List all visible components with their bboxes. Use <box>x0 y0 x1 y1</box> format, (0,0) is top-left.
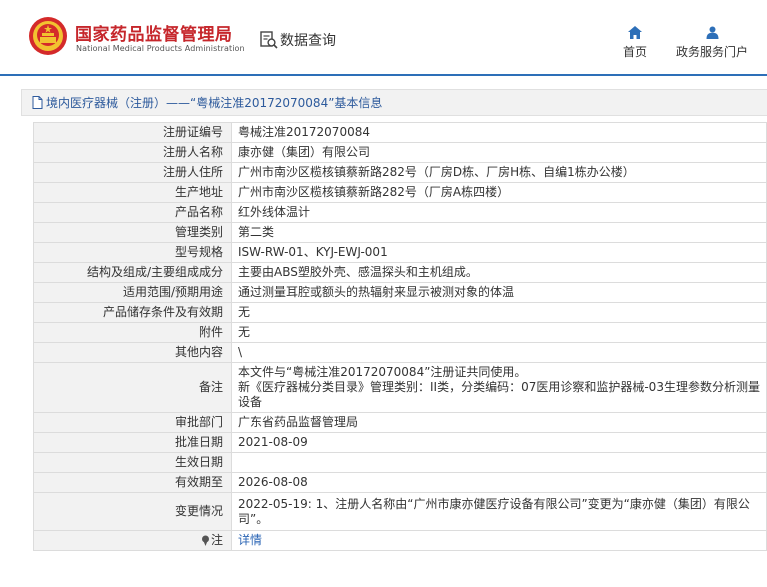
field-value: 本文件与“粤械注准20172070084”注册证共同使用。 新《医疗器械分类目录… <box>231 362 767 413</box>
field-label: 注册人名称 <box>33 142 232 163</box>
detail-value-cell: 详情 <box>231 530 767 551</box>
table-row: 管理类别 第二类 <box>33 222 767 243</box>
field-value: 康亦健（集团）有限公司 <box>231 142 767 163</box>
field-label: 有效期至 <box>33 472 232 493</box>
breadcrumb: 境内医疗器械（注册）——“粤械注准20172070084”基本信息 <box>21 89 767 116</box>
info-table-container: 注册证编号 粤械注准20172070084 注册人名称 康亦健（集团）有限公司 注册人住… <box>33 122 767 551</box>
home-icon <box>628 26 642 39</box>
data-search-icon <box>260 31 278 49</box>
table-row: 变更情况 2022-05-19: 1、注册人名称由“广州市康亦健医疗设备有限公司”… <box>33 492 767 531</box>
field-value: ISW-RW-01、KYJ-EWJ-001 <box>231 242 767 263</box>
table-row: 产品储存条件及有效期无 <box>33 302 767 323</box>
field-value: 2022-05-19: 1、注册人名称由“广州市康亦健医疗设备有限公司”变更为“… <box>231 492 767 531</box>
field-label: 产品名称 <box>33 202 232 223</box>
field-value: 通过测量耳腔或额头的热辐射来显示被测对象的体温 <box>231 282 767 303</box>
brand-name-en: National Medical Products Administration <box>76 44 245 53</box>
field-value: 主要由ABS塑胶外壳、感温探头和主机组成。 <box>231 262 767 283</box>
user-icon <box>706 26 718 39</box>
field-label: 注册人住所 <box>33 162 232 183</box>
nav-portal-label: 政务服务门户 <box>675 45 748 59</box>
table-row: 其他内容 \ <box>33 342 767 363</box>
field-value: 2026-08-08 <box>231 472 767 493</box>
table-row: 注册证编号 粤械注准20172070084 <box>33 122 767 143</box>
table-row: 生产地址 广州市南沙区榄核镇蔡新路282号（厂房A栋四楼） <box>33 182 767 203</box>
nav-home[interactable]: 首页 <box>615 26 655 60</box>
field-value: 2021-08-09 <box>231 432 767 453</box>
nav-service-portal[interactable]: 政务服务门户 <box>670 26 754 60</box>
data-query-label: 数据查询 <box>280 33 336 49</box>
field-value: 无 <box>231 302 767 323</box>
site-header: 国家药品监督管理局 National Medical Products Admi… <box>0 0 767 76</box>
table-row: 适用范围/预期用途 通过测量耳腔或额头的热辐射来显示被测对象的体温 <box>33 282 767 303</box>
table-row: 附件无 <box>33 322 767 343</box>
table-row: 批准日期 2021-08-09 <box>33 432 767 453</box>
field-value: 第二类 <box>231 222 767 243</box>
field-label: 批准日期 <box>33 432 232 453</box>
field-label: 附件 <box>33 322 232 343</box>
nav-home-label: 首页 <box>622 45 647 59</box>
field-value: 无 <box>231 322 767 343</box>
document-icon <box>32 96 43 109</box>
detail-label: 注 <box>210 533 223 547</box>
table-row-detail: 注 详情 <box>33 530 767 551</box>
table-row: 型号规格 ISW-RW-01、KYJ-EWJ-001 <box>33 242 767 263</box>
data-query-link[interactable]: 数据查询 <box>259 30 336 50</box>
detail-link[interactable]: 详情 <box>238 533 262 547</box>
national-emblem-icon <box>29 17 67 55</box>
info-table: 注册证编号 粤械注准20172070084 注册人名称 康亦健（集团）有限公司 注册人住… <box>33 122 767 551</box>
field-label: 注册证编号 <box>33 122 232 143</box>
field-value: \ <box>231 342 767 363</box>
brand-name-cn: 国家药品监督管理局 <box>75 25 233 45</box>
field-label: 其他内容 <box>33 342 232 363</box>
table-row: 备注 本文件与“粤械注准20172070084”注册证共同使用。 新《医疗器械分类… <box>33 362 767 413</box>
table-row: 生效日期 <box>33 452 767 473</box>
breadcrumb-text: 境内医疗器械（注册）——“粤械注准20172070084”基本信息 <box>46 96 383 110</box>
field-label: 适用范围/预期用途 <box>33 282 232 303</box>
field-label: 备注 <box>33 362 232 413</box>
field-label: 生产地址 <box>33 182 232 203</box>
field-label: 变更情况 <box>33 492 232 531</box>
field-label: 结构及组成/主要组成成分 <box>33 262 232 283</box>
detail-label-cell: 注 <box>33 530 232 551</box>
table-row: 有效期至 2026-08-08 <box>33 472 767 493</box>
field-value: 广州市南沙区榄核镇蔡新路282号（厂房D栋、厂房H栋、自编1栋办公楼） <box>231 162 767 183</box>
table-row: 注册人住所 广州市南沙区榄核镇蔡新路282号（厂房D栋、厂房H栋、自编1栋办公楼） <box>33 162 767 183</box>
field-label: 审批部门 <box>33 412 232 433</box>
field-label: 管理类别 <box>33 222 232 243</box>
table-row: 注册人名称 康亦健（集团）有限公司 <box>33 142 767 163</box>
field-label: 产品储存条件及有效期 <box>33 302 232 323</box>
field-value: 广州市南沙区榄核镇蔡新路282号（厂房A栋四楼） <box>231 182 767 203</box>
field-value: 红外线体温计 <box>231 202 767 223</box>
field-label: 型号规格 <box>33 242 232 263</box>
field-value: 广东省药品监督管理局 <box>231 412 767 433</box>
field-value <box>231 452 767 473</box>
field-value: 粤械注准20172070084 <box>231 122 767 143</box>
field-label: 生效日期 <box>33 452 232 473</box>
table-row: 产品名称 红外线体温计 <box>33 202 767 223</box>
pin-icon <box>201 535 209 546</box>
table-row: 审批部门 广东省药品监督管理局 <box>33 412 767 433</box>
table-row: 结构及组成/主要组成成分 主要由ABS塑胶外壳、感温探头和主机组成。 <box>33 262 767 283</box>
